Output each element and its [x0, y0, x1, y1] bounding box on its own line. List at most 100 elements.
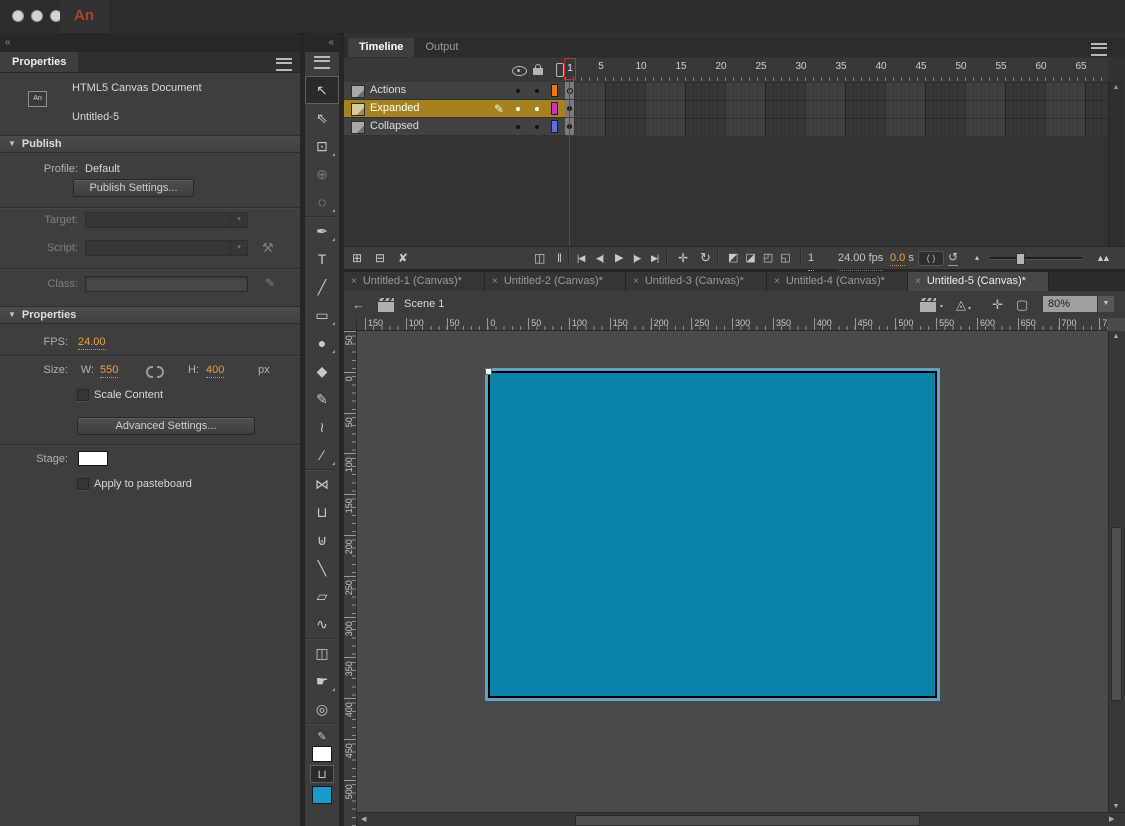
zoom-level-field[interactable]: 80% — [1043, 296, 1097, 312]
publish-settings-button[interactable]: Publish Settings... — [73, 179, 194, 197]
scroll-right-icon[interactable]: ▶ — [1109, 813, 1114, 826]
timeline-scrollbar[interactable]: ▲ — [1108, 82, 1123, 246]
layer-visibility-dot[interactable] — [516, 107, 520, 111]
class-input[interactable] — [85, 276, 248, 292]
fps-value[interactable]: 24.00 — [78, 336, 106, 350]
width-value[interactable]: 550 — [100, 364, 118, 378]
ink-bottle-tool[interactable]: ⊎ — [305, 526, 339, 554]
scale-content-checkbox[interactable] — [77, 389, 89, 401]
camera-tool[interactable]: ◫ — [305, 639, 339, 667]
onion-skin-button[interactable]: ◩ — [728, 247, 738, 269]
selection-anchor-handle[interactable] — [485, 368, 492, 375]
canvas-area[interactable]: 1501005005010015020025030035040045050055… — [344, 318, 1125, 826]
stroke-color-swatch[interactable] — [312, 746, 332, 762]
modify-markers-button[interactable]: ◱ — [780, 247, 790, 269]
rectangle-tool[interactable]: ▭ — [305, 301, 339, 329]
paint-bucket-tool[interactable]: ⊔ — [305, 498, 339, 526]
doc-tab-untitled-1[interactable]: × Untitled-1 (Canvas)* — [344, 272, 485, 291]
fluid-brush-tool[interactable]: ≀ — [305, 413, 339, 441]
layer-name[interactable]: Collapsed — [370, 120, 419, 132]
current-frame-value[interactable]: 1 — [808, 247, 814, 271]
center-stage-button[interactable]: ✛ — [992, 291, 1003, 318]
scroll-left-icon[interactable]: ◀ — [361, 813, 366, 826]
tab-properties[interactable]: Properties — [0, 52, 78, 72]
outline-column-icon[interactable] — [556, 63, 564, 77]
tools-menu-icon[interactable] — [314, 56, 330, 69]
doc-tab-untitled-3[interactable]: × Untitled-3 (Canvas)* — [626, 272, 767, 291]
loop-range-toggle[interactable]: ( ) — [918, 251, 944, 266]
pencil-tool[interactable]: ✎ — [305, 385, 339, 413]
horizontal-scrollbar[interactable]: ◀ ▶ — [357, 812, 1125, 826]
width-tool[interactable]: ∿ — [305, 610, 339, 639]
layer-color-swatch[interactable] — [551, 102, 558, 115]
collapse-tools-button[interactable]: « — [328, 37, 333, 48]
step-back-button[interactable]: ◀| — [596, 247, 603, 269]
clip-content-button[interactable]: ▢ — [1016, 291, 1028, 318]
publish-section-header[interactable]: ▼Publish — [0, 135, 300, 153]
keyframe-cell[interactable] — [565, 100, 575, 117]
horizontal-scroll-thumb[interactable] — [575, 815, 920, 826]
lock-column-icon[interactable] — [533, 68, 543, 75]
fill-bucket-icon[interactable]: ⊔ — [310, 765, 334, 783]
layer-lock-dot[interactable] — [535, 107, 539, 111]
stage-color-swatch[interactable] — [78, 451, 108, 466]
visibility-column-icon[interactable] — [512, 66, 527, 76]
eyedropper-tool[interactable]: ╲ — [305, 554, 339, 582]
scroll-up-icon[interactable]: ▲ — [1109, 333, 1123, 340]
timeline-zoom-in-icon[interactable]: ▲▲ — [1096, 247, 1108, 269]
layer-lock-dot[interactable] — [535, 89, 539, 93]
timeline-layer-row[interactable]: Actions — [344, 82, 1108, 100]
lasso-tool[interactable]: ◌ — [305, 188, 339, 217]
hand-tool[interactable]: ☛ — [305, 667, 339, 695]
close-button[interactable] — [12, 10, 24, 22]
close-tab-icon[interactable]: × — [351, 272, 357, 291]
layer-visibility-dot[interactable] — [516, 89, 520, 93]
apply-pasteboard-checkbox[interactable] — [77, 478, 89, 490]
show-markers-button[interactable]: ‖ — [557, 247, 562, 269]
script-dropdown[interactable]: ▾ — [85, 240, 248, 256]
vertical-scroll-thumb[interactable] — [1111, 527, 1122, 701]
collapse-panel-button[interactable]: « — [5, 37, 10, 48]
doc-tab-untitled-5[interactable]: × Untitled-5 (Canvas)* — [908, 272, 1049, 291]
horizontal-ruler[interactable]: 1501005005010015020025030035040045050055… — [357, 318, 1108, 331]
reset-timeline-zoom-button[interactable]: ↺ — [948, 247, 958, 266]
doc-tab-untitled-2[interactable]: × Untitled-2 (Canvas)* — [485, 272, 626, 291]
eraser-tool[interactable]: ▱ — [305, 582, 339, 610]
pen-tool[interactable]: ✒ — [305, 217, 339, 245]
properties-section-header[interactable]: ▼Properties — [0, 306, 300, 324]
edit-multiple-frames-button[interactable]: ◰ — [763, 247, 773, 269]
subselection-tool[interactable]: ⇖ — [305, 104, 339, 132]
go-to-first-frame-button[interactable]: |◀ — [577, 247, 584, 269]
close-tab-icon[interactable]: × — [915, 272, 921, 291]
scroll-down-icon[interactable]: ▼ — [1109, 803, 1123, 810]
document-name[interactable]: Untitled-5 — [72, 111, 119, 123]
layer-color-swatch[interactable] — [551, 120, 558, 133]
vertical-ruler[interactable]: 50050100150200250300350400450500 — [344, 331, 357, 826]
loop-playback-button[interactable]: ↻ — [700, 247, 711, 269]
playhead[interactable]: 1 — [564, 58, 576, 80]
oval-tool[interactable]: ● — [305, 329, 339, 357]
zoom-tool[interactable]: ◎ — [305, 695, 339, 724]
go-to-last-frame-button[interactable]: ▶| — [651, 247, 658, 269]
layer-name[interactable]: Expanded — [370, 102, 420, 114]
layer-lock-dot[interactable] — [535, 125, 539, 129]
edit-symbols-button[interactable]: ◬▾ — [956, 291, 971, 318]
add-camera-button[interactable]: ◫ — [534, 247, 545, 269]
delete-layer-button[interactable]: ✘ — [398, 247, 408, 269]
vertical-scrollbar[interactable]: ▲ ▼ — [1108, 331, 1125, 812]
timeline-header[interactable]: 5101520253035404550556065 — [344, 58, 1108, 83]
back-button[interactable]: ← — [352, 291, 365, 318]
tab-output[interactable]: Output — [414, 38, 469, 57]
minimize-button[interactable] — [31, 10, 43, 22]
frame-rate-value[interactable]: 24.00 fps — [838, 247, 883, 271]
selection-tool[interactable]: ↖ — [305, 76, 339, 104]
bone-tool[interactable]: ⋈ — [305, 470, 339, 498]
step-forward-button[interactable]: |▶ — [633, 247, 640, 269]
layer-name[interactable]: Actions — [370, 84, 406, 96]
stage[interactable] — [488, 371, 937, 698]
keyframe-cell[interactable] — [565, 82, 575, 99]
play-button[interactable]: ▶ — [615, 247, 623, 269]
free-transform-tool[interactable]: ⊡ — [305, 132, 339, 160]
close-tab-icon[interactable]: × — [492, 272, 498, 291]
zoom-dropdown-button[interactable]: ▼ — [1097, 296, 1114, 312]
